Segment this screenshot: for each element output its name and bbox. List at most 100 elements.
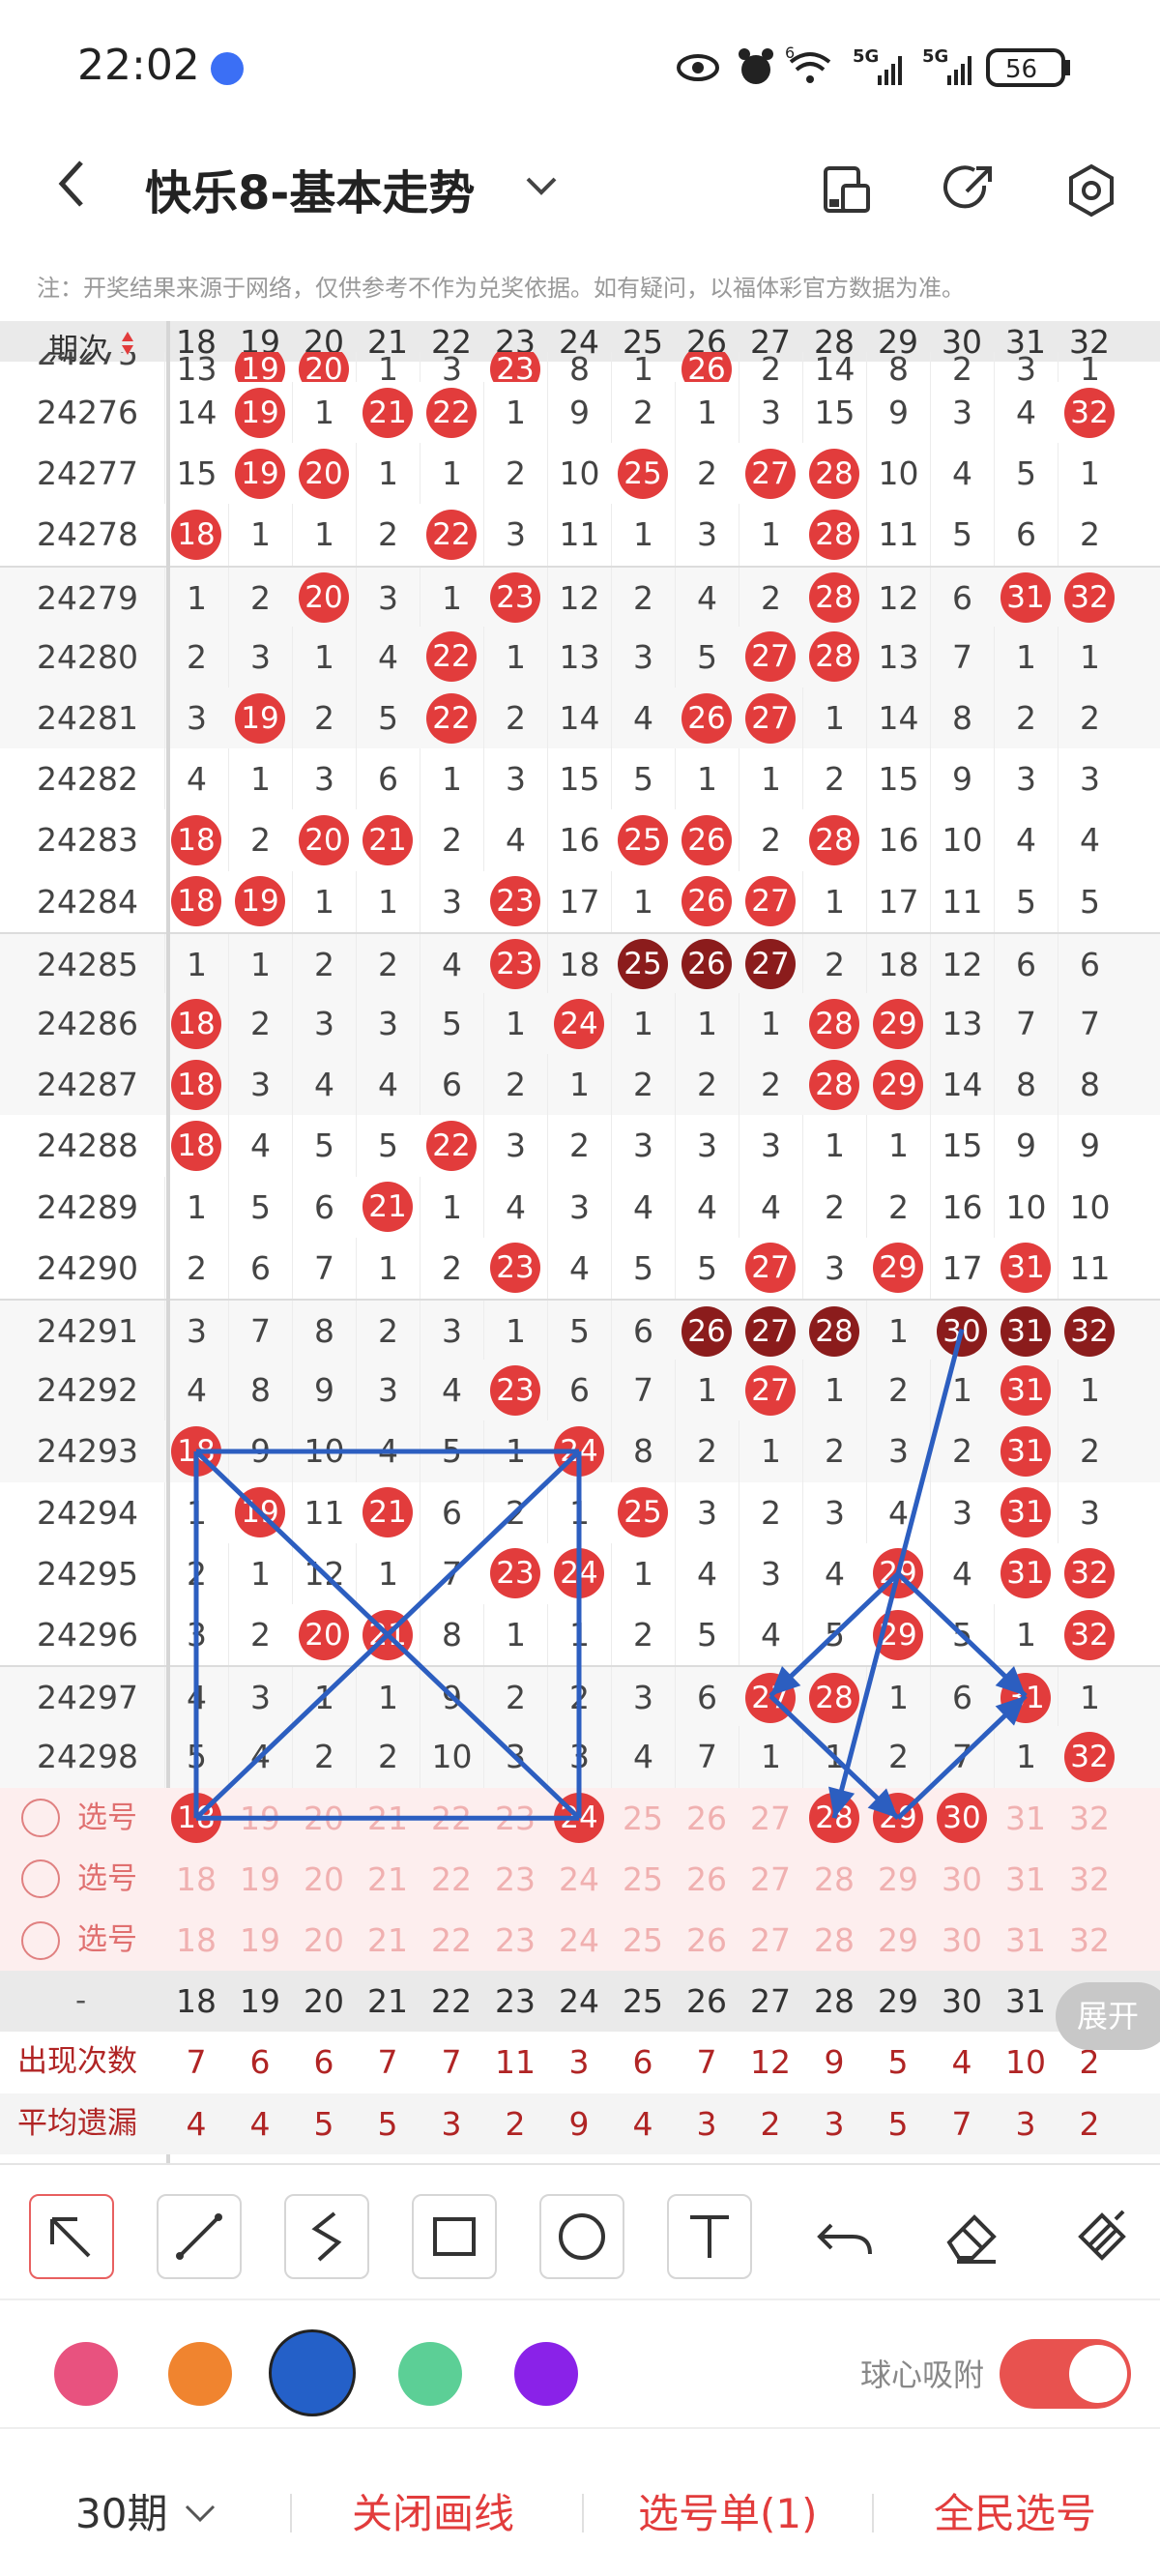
period-selector[interactable]: 30期 [75, 2481, 219, 2540]
select-cell[interactable]: 22 [420, 1788, 483, 1849]
radio-circle-icon[interactable] [21, 1920, 60, 1960]
radio-circle-icon[interactable] [21, 1859, 60, 1899]
select-cell[interactable]: 26 [675, 1788, 739, 1849]
select-cell[interactable]: 32 [1058, 1849, 1121, 1910]
select-cell[interactable]: 23 [483, 1849, 547, 1910]
selected-ball[interactable]: 29 [873, 1793, 923, 1844]
select-cell[interactable]: 27 [739, 1910, 802, 1971]
text-tool-icon[interactable] [667, 2194, 752, 2279]
table-row[interactable]: 24295 2 1 12 1 7 23 24 1 4 3 4 29 4 31 32 [0, 1542, 1160, 1604]
share-icon[interactable] [936, 157, 1003, 224]
select-cell[interactable]: 29 [866, 1910, 930, 1971]
select-cell[interactable]: 24 [547, 1849, 611, 1910]
settings-icon[interactable] [1058, 157, 1125, 224]
table-row[interactable]: 24277 15 19 20 1 1 2 10 25 2 27 28 10 4 5 1 [0, 443, 1160, 505]
layout-icon[interactable] [814, 157, 882, 224]
snap-toggle[interactable] [1000, 2339, 1131, 2409]
select-cell[interactable]: 22 [420, 1849, 483, 1910]
select-cell[interactable]: 25 [611, 1910, 675, 1971]
table-row[interactable]: 24288 18 4 5 5 22 3 2 3 3 3 1 1 15 9 9 [0, 1115, 1160, 1177]
selection-list-button[interactable]: 选号单(1) [638, 2481, 818, 2540]
dropdown-chevron-icon[interactable] [522, 164, 561, 222]
select-cell[interactable]: 20 [292, 1788, 356, 1849]
table-row[interactable]: 24281 3 19 2 5 22 2 14 4 26 27 1 14 8 2 2 [0, 688, 1160, 749]
table-row[interactable]: 24296 3 2 20 21 8 1 1 2 5 4 5 29 5 1 32 [0, 1604, 1160, 1666]
select-label[interactable]: 选号 [77, 1910, 137, 1971]
rect-tool-icon[interactable] [412, 2194, 497, 2279]
circle-tool-icon[interactable] [539, 2194, 624, 2279]
select-cell[interactable]: 21 [356, 1849, 420, 1910]
select-row[interactable]: 选号 18 19 20 21 22 23 24 25 26 27 28 29 30 31 32 [0, 1910, 1160, 1972]
table-row[interactable]: 24275 13 19 20 1 3 23 8 1 26 2 14 8 2 3 1 [0, 352, 1160, 382]
clear-icon[interactable] [1058, 2194, 1143, 2279]
table-row[interactable]: 24276 14 19 1 21 22 1 9 2 1 3 15 9 3 4 32 [0, 382, 1160, 444]
color-swatch[interactable] [514, 2342, 578, 2406]
selected-ball[interactable]: 28 [809, 1793, 859, 1844]
select-cell[interactable]: 31 [994, 1849, 1058, 1910]
all-pick-button[interactable]: 全民选号 [934, 2481, 1096, 2540]
select-cell[interactable]: 26 [675, 1910, 739, 1971]
table-row[interactable]: 24294 1 19 11 21 6 2 1 25 3 2 3 4 3 31 3 [0, 1481, 1160, 1543]
select-cell[interactable]: 25 [611, 1788, 675, 1849]
table-row[interactable]: 24278 18 1 1 2 22 3 11 1 3 1 28 11 5 6 2 [0, 504, 1160, 566]
select-cell[interactable]: 32 [1058, 1910, 1121, 1971]
arrow-tool-icon[interactable] [29, 2194, 114, 2279]
color-swatch[interactable] [398, 2342, 462, 2406]
color-swatch[interactable] [54, 2342, 118, 2406]
table-row[interactable]: 24279 1 2 20 3 1 23 12 2 4 2 28 12 6 31 32 [0, 565, 1160, 627]
table-row[interactable]: 24280 2 3 1 4 22 1 13 3 5 27 28 13 7 1 1 [0, 626, 1160, 688]
select-cell[interactable]: 20 [292, 1849, 356, 1910]
select-cell[interactable]: 22 [420, 1910, 483, 1971]
select-cell[interactable]: 28 [802, 1910, 866, 1971]
select-cell[interactable]: 19 [228, 1910, 292, 1971]
select-cell[interactable]: 30 [930, 1910, 994, 1971]
select-label[interactable]: 选号 [77, 1788, 137, 1849]
select-cell[interactable]: 19 [228, 1788, 292, 1849]
table-row[interactable]: 24291 3 7 8 2 3 1 5 6 26 27 28 1 30 31 32 [0, 1299, 1160, 1361]
trend-chart-table[interactable]: 期次 18 19 20 21 22 23 24 25 26 27 28 29 30 31 32 24275 13 1… [0, 321, 1160, 2163]
select-cell[interactable]: 24 [547, 1910, 611, 1971]
color-swatch[interactable] [269, 2329, 356, 2416]
select-cell[interactable]: 27 [739, 1849, 802, 1910]
select-cell[interactable]: 20 [292, 1910, 356, 1971]
table-row[interactable]: 24292 4 8 9 3 4 23 6 7 1 27 1 2 1 31 1 [0, 1360, 1160, 1421]
line-tool-icon[interactable] [157, 2194, 242, 2279]
undo-icon[interactable] [802, 2194, 887, 2279]
table-row[interactable]: 24283 18 2 20 21 2 4 16 25 26 2 28 16 10 4 4 [0, 809, 1160, 871]
select-row[interactable]: 选号 18 19 20 21 22 23 24 25 26 27 28 29 30 31 32 [0, 1787, 1160, 1849]
select-cell[interactable]: 23 [483, 1910, 547, 1971]
select-cell[interactable]: 32 [1058, 1788, 1121, 1849]
select-cell[interactable]: 25 [611, 1849, 675, 1910]
table-row[interactable]: 24298 5 4 2 2 10 3 3 4 7 1 1 2 7 1 32 [0, 1726, 1160, 1788]
select-cell[interactable]: 30 [930, 1849, 994, 1910]
selected-ball[interactable]: 18 [171, 1793, 221, 1844]
select-cell[interactable]: 23 [483, 1788, 547, 1849]
expand-button[interactable]: 展开 [1056, 1982, 1160, 2051]
table-row[interactable]: 24293 18 9 10 4 5 1 24 8 2 1 2 3 2 31 2 [0, 1420, 1160, 1482]
select-cell[interactable]: 21 [356, 1910, 420, 1971]
radio-circle-icon[interactable] [21, 1799, 60, 1838]
table-row[interactable]: 24290 2 6 7 1 2 23 4 5 5 27 3 29 17 31 11 [0, 1237, 1160, 1299]
table-row[interactable]: 24286 18 2 3 3 5 1 24 1 1 1 28 29 13 7 7 [0, 993, 1160, 1055]
table-row[interactable]: 24282 4 1 3 6 1 3 15 5 1 1 2 15 9 3 3 [0, 748, 1160, 810]
select-label[interactable]: 选号 [77, 1849, 137, 1910]
table-row[interactable]: 24287 18 3 4 4 6 2 1 2 2 2 28 29 14 8 8 [0, 1054, 1160, 1116]
curve-tool-icon[interactable] [284, 2194, 369, 2279]
select-cell[interactable]: 18 [164, 1910, 228, 1971]
select-cell[interactable]: 31 [994, 1910, 1058, 1971]
select-cell[interactable]: 19 [228, 1849, 292, 1910]
eraser-icon[interactable] [930, 2194, 1015, 2279]
select-cell[interactable]: 28 [802, 1849, 866, 1910]
selected-ball[interactable]: 24 [554, 1793, 604, 1844]
select-row[interactable]: 选号 18 19 20 21 22 23 24 25 26 27 28 29 30 31 32 [0, 1848, 1160, 1910]
selected-ball[interactable]: 30 [937, 1793, 987, 1844]
table-row[interactable]: 24284 18 19 1 1 3 23 17 1 26 27 1 17 11 5 5 [0, 870, 1160, 932]
table-row[interactable]: 24289 1 5 6 21 1 4 3 4 4 4 2 2 16 10 10 [0, 1176, 1160, 1238]
color-swatch[interactable] [168, 2342, 232, 2406]
table-row[interactable]: 24285 1 1 2 2 4 23 18 25 26 27 2 18 12 6 6 [0, 931, 1160, 993]
close-lines-button[interactable]: 关闭画线 [352, 2481, 514, 2540]
select-cell[interactable]: 21 [356, 1788, 420, 1849]
select-cell[interactable]: 31 [994, 1788, 1058, 1849]
back-arrow-icon[interactable] [52, 155, 110, 232]
select-cell[interactable]: 29 [866, 1849, 930, 1910]
